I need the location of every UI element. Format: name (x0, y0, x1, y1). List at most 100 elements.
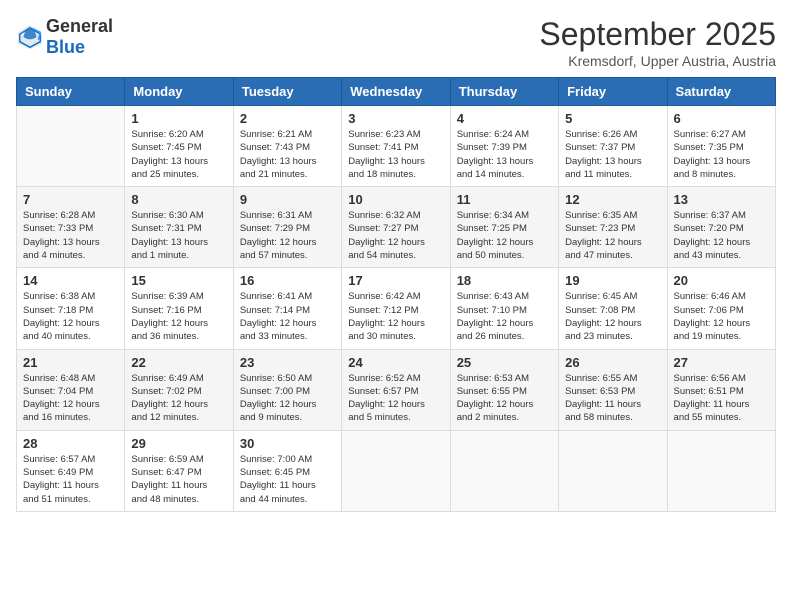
day-info: Sunrise: 6:39 AM Sunset: 7:16 PM Dayligh… (131, 290, 226, 343)
calendar-cell: 18 Sunrise: 6:43 AM Sunset: 7:10 PM Dayli… (450, 268, 558, 349)
day-info: Sunrise: 6:57 AM Sunset: 6:49 PM Dayligh… (23, 453, 118, 506)
calendar-cell: 2 Sunrise: 6:21 AM Sunset: 7:43 PM Daylig… (233, 106, 341, 187)
day-info: Sunrise: 6:49 AM Sunset: 7:02 PM Dayligh… (131, 372, 226, 425)
calendar-cell: 30Sunrise: 7:00 AM Sunset: 6:45 PM Dayli… (233, 430, 341, 511)
calendar-cell: 1 Sunrise: 6:20 AM Sunset: 7:45 PM Daylig… (125, 106, 233, 187)
day-number: 13 (674, 192, 769, 207)
day-number: 1 (131, 111, 226, 126)
calendar-cell: 29 Sunrise: 6:59 AM Sunset: 6:47 PM Dayli… (125, 430, 233, 511)
column-header-sunday: Sunday (17, 78, 125, 106)
calendar-cell: 6 Sunrise: 6:27 AM Sunset: 7:35 PM Daylig… (667, 106, 775, 187)
day-number: 22 (131, 355, 226, 370)
day-number: 17 (348, 273, 443, 288)
day-info: Sunrise: 6:53 AM Sunset: 6:55 PM Dayligh… (457, 372, 552, 425)
calendar-week-row: 1 Sunrise: 6:20 AM Sunset: 7:45 PM Daylig… (17, 106, 776, 187)
calendar-cell: 25Sunrise: 6:53 AM Sunset: 6:55 PM Dayli… (450, 349, 558, 430)
calendar-cell: 8 Sunrise: 6:30 AM Sunset: 7:31 PM Daylig… (125, 187, 233, 268)
day-number: 16 (240, 273, 335, 288)
logo-general-text: General (46, 16, 113, 36)
day-number: 8 (131, 192, 226, 207)
month-title: September 2025 (539, 16, 776, 53)
column-header-wednesday: Wednesday (342, 78, 450, 106)
day-info: Sunrise: 6:41 AM Sunset: 7:14 PM Dayligh… (240, 290, 335, 343)
day-info: Sunrise: 6:32 AM Sunset: 7:27 PM Dayligh… (348, 209, 443, 262)
day-info: Sunrise: 6:21 AM Sunset: 7:43 PM Dayligh… (240, 128, 335, 181)
day-number: 6 (674, 111, 769, 126)
day-number: 28 (23, 436, 118, 451)
calendar-cell: 22 Sunrise: 6:49 AM Sunset: 7:02 PM Dayli… (125, 349, 233, 430)
calendar-cell: 20 Sunrise: 6:46 AM Sunset: 7:06 PM Dayli… (667, 268, 775, 349)
calendar-table: SundayMondayTuesdayWednesdayThursdayFrid… (16, 77, 776, 512)
day-number: 24 (348, 355, 443, 370)
day-info: Sunrise: 6:38 AM Sunset: 7:18 PM Dayligh… (23, 290, 118, 343)
day-number: 27 (674, 355, 769, 370)
day-info: Sunrise: 6:50 AM Sunset: 7:00 PM Dayligh… (240, 372, 335, 425)
calendar-cell: 16 Sunrise: 6:41 AM Sunset: 7:14 PM Dayli… (233, 268, 341, 349)
day-number: 2 (240, 111, 335, 126)
day-info: Sunrise: 6:42 AM Sunset: 7:12 PM Dayligh… (348, 290, 443, 343)
calendar-cell: 24 Sunrise: 6:52 AM Sunset: 6:57 PM Dayli… (342, 349, 450, 430)
day-number: 26 (565, 355, 660, 370)
day-number: 5 (565, 111, 660, 126)
calendar-week-row: 7Sunrise: 6:28 AM Sunset: 7:33 PM Daylig… (17, 187, 776, 268)
column-header-thursday: Thursday (450, 78, 558, 106)
day-number: 10 (348, 192, 443, 207)
calendar-cell: 7Sunrise: 6:28 AM Sunset: 7:33 PM Daylig… (17, 187, 125, 268)
calendar-cell: 11 Sunrise: 6:34 AM Sunset: 7:25 PM Dayli… (450, 187, 558, 268)
day-info: Sunrise: 6:26 AM Sunset: 7:37 PM Dayligh… (565, 128, 660, 181)
day-number: 12 (565, 192, 660, 207)
calendar-cell: 5 Sunrise: 6:26 AM Sunset: 7:37 PM Daylig… (559, 106, 667, 187)
day-info: Sunrise: 6:43 AM Sunset: 7:10 PM Dayligh… (457, 290, 552, 343)
calendar-cell: 28 Sunrise: 6:57 AM Sunset: 6:49 PM Dayli… (17, 430, 125, 511)
day-info: Sunrise: 6:35 AM Sunset: 7:23 PM Dayligh… (565, 209, 660, 262)
day-number: 7 (23, 192, 118, 207)
day-info: Sunrise: 6:37 AM Sunset: 7:20 PM Dayligh… (674, 209, 769, 262)
day-number: 23 (240, 355, 335, 370)
logo: General Blue (16, 16, 113, 58)
day-number: 4 (457, 111, 552, 126)
calendar-week-row: 21 Sunrise: 6:48 AM Sunset: 7:04 PM Dayli… (17, 349, 776, 430)
day-info: Sunrise: 7:00 AM Sunset: 6:45 PM Dayligh… (240, 453, 335, 506)
day-number: 29 (131, 436, 226, 451)
day-info: Sunrise: 6:56 AM Sunset: 6:51 PM Dayligh… (674, 372, 769, 425)
calendar-cell: 13 Sunrise: 6:37 AM Sunset: 7:20 PM Dayli… (667, 187, 775, 268)
day-info: Sunrise: 6:27 AM Sunset: 7:35 PM Dayligh… (674, 128, 769, 181)
page-header: General Blue September 2025 Kremsdorf, U… (16, 16, 776, 69)
column-header-saturday: Saturday (667, 78, 775, 106)
calendar-cell (667, 430, 775, 511)
column-header-friday: Friday (559, 78, 667, 106)
day-info: Sunrise: 6:34 AM Sunset: 7:25 PM Dayligh… (457, 209, 552, 262)
day-number: 19 (565, 273, 660, 288)
logo-icon (16, 23, 44, 51)
day-info: Sunrise: 6:20 AM Sunset: 7:45 PM Dayligh… (131, 128, 226, 181)
day-info: Sunrise: 6:48 AM Sunset: 7:04 PM Dayligh… (23, 372, 118, 425)
calendar-cell (450, 430, 558, 511)
day-number: 14 (23, 273, 118, 288)
calendar-cell: 9Sunrise: 6:31 AM Sunset: 7:29 PM Daylig… (233, 187, 341, 268)
day-info: Sunrise: 6:59 AM Sunset: 6:47 PM Dayligh… (131, 453, 226, 506)
calendar-cell: 12 Sunrise: 6:35 AM Sunset: 7:23 PM Dayli… (559, 187, 667, 268)
day-info: Sunrise: 6:46 AM Sunset: 7:06 PM Dayligh… (674, 290, 769, 343)
calendar-week-row: 28 Sunrise: 6:57 AM Sunset: 6:49 PM Dayli… (17, 430, 776, 511)
day-number: 20 (674, 273, 769, 288)
calendar-cell: 15 Sunrise: 6:39 AM Sunset: 7:16 PM Dayli… (125, 268, 233, 349)
day-info: Sunrise: 6:52 AM Sunset: 6:57 PM Dayligh… (348, 372, 443, 425)
calendar-cell: 3Sunrise: 6:23 AM Sunset: 7:41 PM Daylig… (342, 106, 450, 187)
day-number: 21 (23, 355, 118, 370)
location: Kremsdorf, Upper Austria, Austria (539, 53, 776, 69)
day-info: Sunrise: 6:30 AM Sunset: 7:31 PM Dayligh… (131, 209, 226, 262)
calendar-cell: 19 Sunrise: 6:45 AM Sunset: 7:08 PM Dayli… (559, 268, 667, 349)
calendar-cell (17, 106, 125, 187)
day-info: Sunrise: 6:24 AM Sunset: 7:39 PM Dayligh… (457, 128, 552, 181)
day-number: 11 (457, 192, 552, 207)
day-number: 18 (457, 273, 552, 288)
column-header-tuesday: Tuesday (233, 78, 341, 106)
day-number: 15 (131, 273, 226, 288)
calendar-cell: 27 Sunrise: 6:56 AM Sunset: 6:51 PM Dayli… (667, 349, 775, 430)
day-info: Sunrise: 6:55 AM Sunset: 6:53 PM Dayligh… (565, 372, 660, 425)
calendar-cell: 14 Sunrise: 6:38 AM Sunset: 7:18 PM Dayli… (17, 268, 125, 349)
title-block: September 2025 Kremsdorf, Upper Austria,… (539, 16, 776, 69)
day-info: Sunrise: 6:45 AM Sunset: 7:08 PM Dayligh… (565, 290, 660, 343)
logo-blue-text: Blue (46, 37, 85, 57)
calendar-cell: 17 Sunrise: 6:42 AM Sunset: 7:12 PM Dayli… (342, 268, 450, 349)
